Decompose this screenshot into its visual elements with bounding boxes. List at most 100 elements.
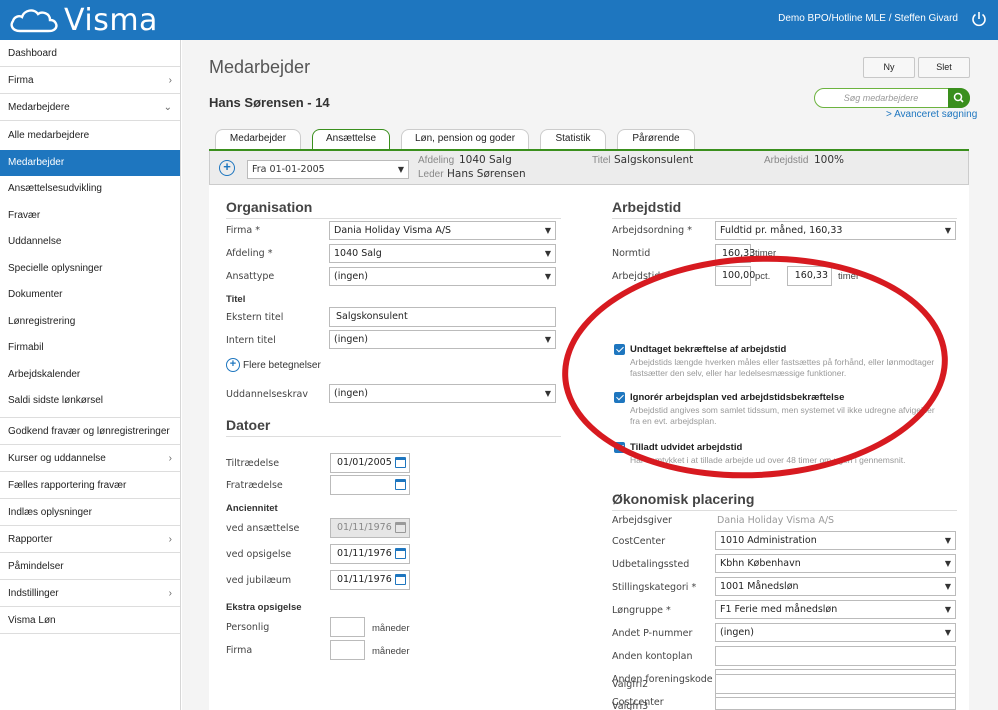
dropdown-arrow-icon: ▼ — [544, 226, 551, 235]
intern-titel-select[interactable]: (ingen) ▼ — [329, 330, 556, 349]
top-bar: Visma Demo BPO/Hotline MLE / Steffen Giv… — [0, 0, 998, 40]
add-period-icon[interactable]: + — [219, 160, 235, 176]
visma-logo[interactable]: Visma — [8, 2, 158, 38]
sidebar-subitem-fravaer[interactable]: Fravær — [0, 203, 180, 230]
delete-button[interactable]: Slet — [918, 57, 970, 78]
sidebar-item-visma-loen[interactable]: Visma Løn — [0, 607, 180, 634]
sidebar-item-indlaes[interactable]: Indlæs oplysninger — [0, 499, 180, 526]
firma-opsigelse-label: Firma — [226, 645, 253, 656]
search-input[interactable]: Søg medarbejdere — [814, 88, 970, 108]
loengruppe-select[interactable]: F1 Ferie med månedsløn ▼ — [715, 600, 956, 619]
valgfri3-input[interactable] — [715, 697, 956, 710]
afdeling-select[interactable]: 1040 Salg ▼ — [329, 244, 556, 263]
sidebar-subitem-alle-medarbejdere[interactable]: Alle medarbejdere — [0, 123, 180, 150]
intern-titel-label: Intern titel — [226, 335, 276, 346]
tiltraedelse-date-input[interactable]: 01/01/2005 — [330, 453, 410, 473]
ved-jubilaeum-date-input[interactable]: 01/11/1976 — [330, 570, 410, 590]
tab-loen-pension[interactable]: Løn, pension og goder — [401, 129, 529, 149]
sidebar-item-kurser[interactable]: Kurser og uddannelse › — [0, 445, 180, 472]
ekstra-opsigelse-heading: Ekstra opsigelse — [226, 602, 302, 613]
sidebar-subitem-loenregistrering[interactable]: Lønregistrering — [0, 309, 180, 336]
udbetalingssted-select[interactable]: Kbhn København ▼ — [715, 554, 956, 573]
ved-opsigelse-label: ved opsigelse — [226, 549, 292, 560]
divider — [612, 218, 957, 219]
sidebar-subitem-uddannelse[interactable]: Uddannelse — [0, 229, 180, 256]
firma-label: Firma * — [226, 225, 260, 236]
valgfri2-label: Valgfri2 — [612, 679, 649, 690]
sidebar-item-godkend[interactable]: Godkend fravær og lønregistreringer — [0, 418, 180, 445]
ekstern-titel-input[interactable]: Salgskonsulent — [329, 307, 556, 327]
dropdown-arrow-icon: ▼ — [944, 582, 951, 591]
advanced-search-link[interactable]: > Avanceret søgning — [886, 109, 977, 120]
logo-text: Visma — [64, 2, 158, 38]
anden-kontoplan-input[interactable] — [715, 646, 956, 666]
flere-betegnelser-link[interactable]: Flere betegnelser — [243, 360, 321, 371]
divider — [226, 436, 561, 437]
sidebar-item-firma[interactable]: Firma › — [0, 67, 180, 94]
anden-kontoplan-label: Anden kontoplan — [612, 651, 693, 662]
arbejdsgiver-label: Arbejdsgiver — [612, 515, 672, 526]
tab-statistik[interactable]: Statistik — [540, 129, 606, 149]
sidebar-subitem-firmabil[interactable]: Firmabil — [0, 335, 180, 362]
tab-paaroerende[interactable]: Pårørende — [617, 129, 695, 149]
maaneder-unit: måneder — [372, 646, 410, 657]
sidebar-subitem-specielle-oplysninger[interactable]: Specielle oplysninger — [0, 256, 180, 283]
infobar-afdeling-value: 1040 Salg — [459, 154, 512, 166]
ved-jubilaeum-label: ved jubilæum — [226, 575, 292, 586]
dropdown-arrow-icon: ▼ — [544, 249, 551, 258]
stillingskategori-select[interactable]: 1001 Månedsløn ▼ — [715, 577, 956, 596]
valgfri2-input[interactable] — [715, 674, 956, 694]
sidebar-item-dashboard[interactable]: Dashboard — [0, 40, 180, 67]
new-button[interactable]: Ny — [863, 57, 915, 78]
dropdown-arrow-icon: ▼ — [397, 165, 404, 174]
power-icon[interactable] — [970, 10, 988, 28]
andet-p-nummer-label: Andet P-nummer — [612, 628, 693, 639]
infobar-titel-value: Salgskonsulent — [614, 154, 694, 166]
dropdown-arrow-icon: ▼ — [544, 389, 551, 398]
sidebar-subitem-dokumenter[interactable]: Dokumenter — [0, 282, 180, 309]
andet-p-nummer-select[interactable]: (ingen) ▼ — [715, 623, 956, 642]
ansattype-select[interactable]: (ingen) ▼ — [329, 267, 556, 286]
costcenter-select[interactable]: 1010 Administration ▼ — [715, 531, 956, 550]
dropdown-arrow-icon: ▼ — [944, 536, 951, 545]
period-select[interactable]: Fra 01-01-2005 ▼ — [247, 160, 409, 179]
calendar-icon[interactable] — [395, 574, 406, 585]
sidebar-item-paamindelser[interactable]: Påmindelser — [0, 553, 180, 580]
tab-medarbejder[interactable]: Medarbejder — [215, 129, 301, 149]
tab-ansaettelse[interactable]: Ansættelse — [312, 129, 390, 149]
loengruppe-label: Løngruppe * — [612, 605, 671, 616]
calendar-icon — [395, 522, 406, 533]
infobar-arbejdstid-value: 100% — [814, 154, 845, 166]
add-title-icon[interactable]: + — [226, 358, 240, 372]
ved-opsigelse-date-input[interactable]: 01/11/1976 — [330, 544, 410, 564]
valgfri3-label: Valgfri3 — [612, 701, 649, 710]
sidebar-item-indstillinger[interactable]: Indstillinger › — [0, 580, 180, 607]
ved-ansaettelse-label: ved ansættelse — [226, 523, 300, 534]
user-label[interactable]: Demo BPO/Hotline MLE / Steffen Givard — [778, 13, 958, 24]
chevron-right-icon: › — [168, 533, 172, 545]
arbejdsordning-select[interactable]: Fuldtid pr. måned, 160,33 ▼ — [715, 221, 956, 240]
ekstern-titel-label: Ekstern titel — [226, 312, 284, 323]
calendar-icon[interactable] — [395, 548, 406, 559]
sidebar-item-rapporter[interactable]: Rapporter › — [0, 526, 180, 553]
firma-opsigelse-input[interactable] — [330, 640, 365, 660]
udbetalingssted-label: Udbetalingssted — [612, 559, 690, 570]
sidebar-item-medarbejdere[interactable]: Medarbejdere ⌄ — [0, 94, 180, 121]
ved-ansaettelse-date-input: 01/11/1976 — [330, 518, 410, 538]
calendar-icon[interactable] — [395, 457, 406, 468]
firma-select[interactable]: Dania Holiday Visma A/S ▼ — [329, 221, 556, 240]
fratraedelse-date-input[interactable] — [330, 475, 410, 495]
infobar-titel-label: Titel — [592, 155, 611, 166]
search-button[interactable] — [948, 88, 970, 108]
sidebar-subitem-arbejdskalender[interactable]: Arbejdskalender — [0, 362, 180, 389]
sidebar-item-faelles-rapportering[interactable]: Fælles rapportering fravær — [0, 472, 180, 499]
stillingskategori-label: Stillingskategori * — [612, 582, 697, 593]
uddannelseskrav-select[interactable]: (ingen) ▼ — [329, 384, 556, 403]
personlig-input[interactable] — [330, 617, 365, 637]
sidebar-subitem-ansaettelsesudvikling[interactable]: Ansættelsesudvikling — [0, 176, 180, 203]
chevron-right-icon: › — [168, 587, 172, 599]
sidebar-subitem-medarbejder[interactable]: Medarbejder — [0, 149, 180, 176]
calendar-icon[interactable] — [395, 479, 406, 490]
sidebar-subitem-saldi[interactable]: Saldi sidste lønkørsel — [0, 388, 180, 415]
uddannelseskrav-label: Uddannelseskrav — [226, 389, 308, 400]
